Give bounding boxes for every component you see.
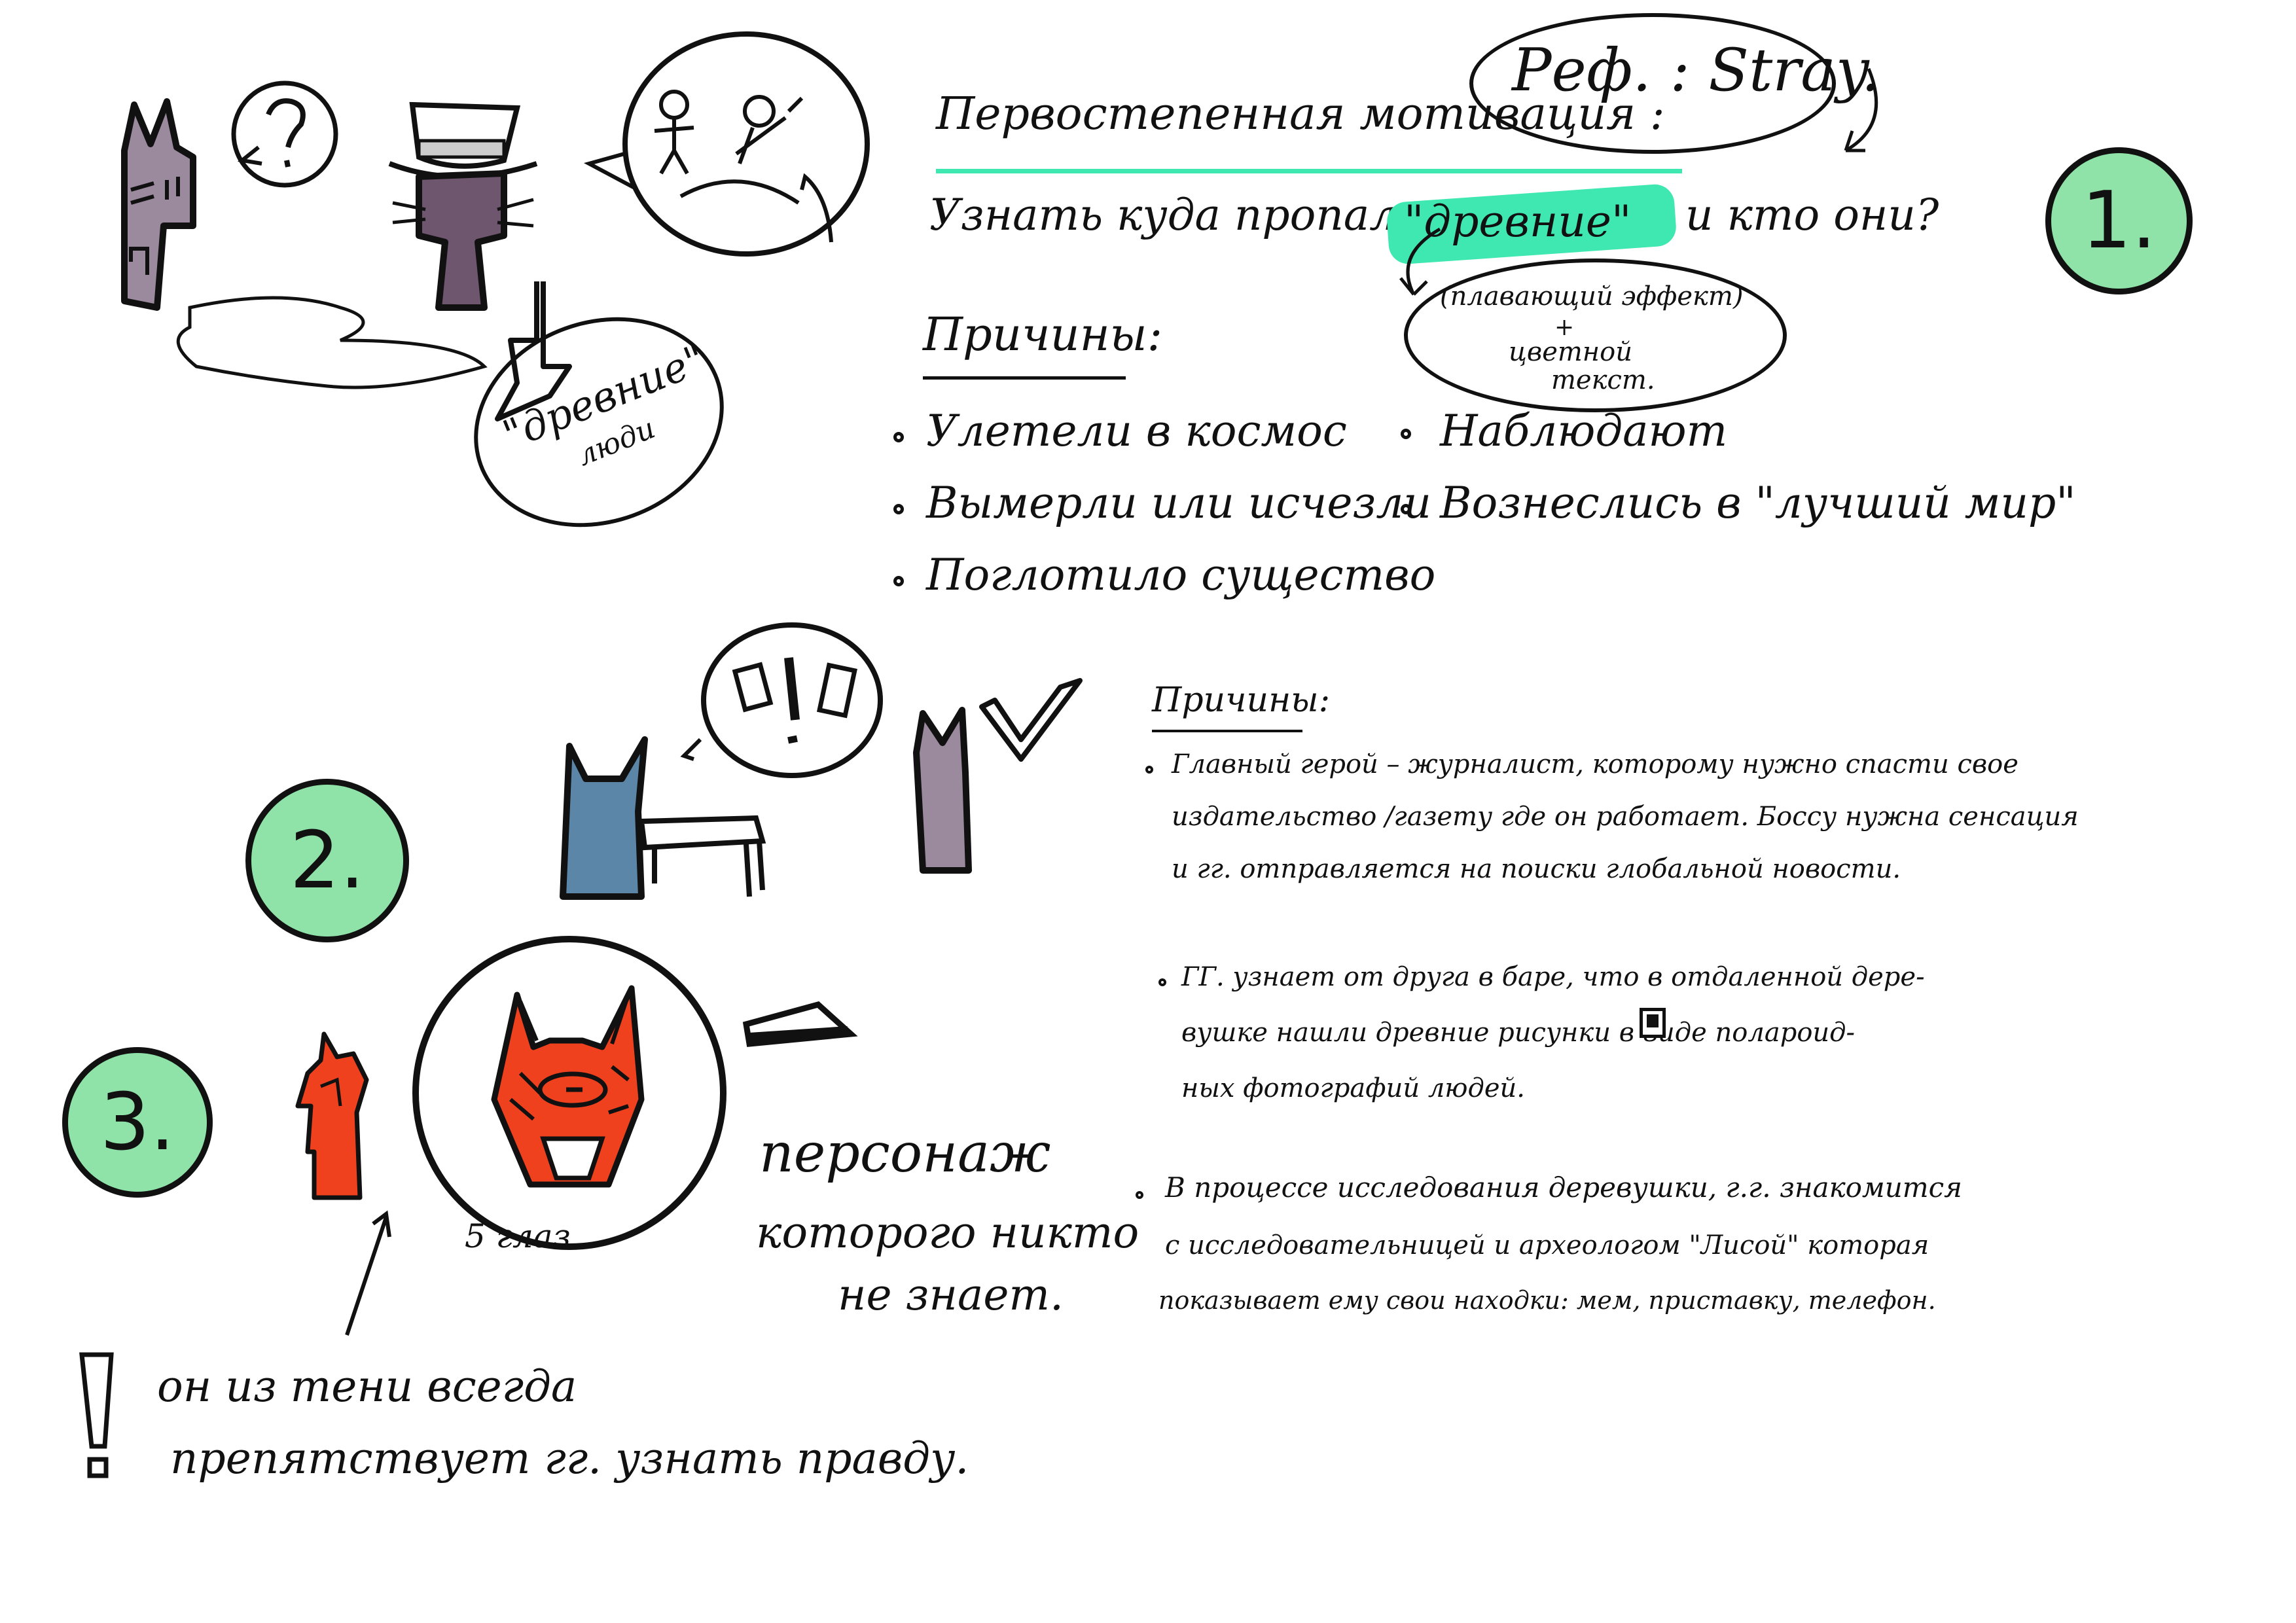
purple-cat-right — [913, 707, 972, 874]
character-note-line1: персонаж — [759, 1122, 1051, 1185]
purple-cat-left — [121, 98, 196, 311]
effect-note-line4: текст. — [1551, 365, 1655, 395]
character-note-line3: не знает. — [838, 1270, 1064, 1320]
section2-item1-line1: Главный герой – журналист, которому нужн… — [1172, 749, 2018, 779]
section1-reasons-title: Причины: — [923, 308, 1163, 361]
section2-reasons-title: Причины: — [1152, 681, 1331, 720]
section2-item2-line2: вушке нашли древние рисунки в виде полар… — [1181, 1018, 1856, 1048]
reason-left-2: Вымерли или исчезли — [926, 478, 1431, 528]
bullet — [893, 432, 904, 442]
character-note-line2: которого никто — [756, 1207, 1139, 1258]
arrow-up-icon — [345, 1210, 391, 1336]
reference-arrow — [1844, 68, 1878, 152]
bullet — [1136, 1191, 1143, 1199]
section2-item2-line1: ГГ. узнает от друга в баре, что в отдале… — [1181, 962, 1925, 992]
check-mark-icon — [979, 678, 1083, 762]
blue-cat — [560, 736, 648, 900]
small-fox — [295, 1031, 369, 1200]
primary-motivation-heading: Первостепенная мотивация : — [936, 88, 1665, 140]
section2-item3-line2: с исследовательницей и археологом "Лисой… — [1165, 1230, 1929, 1260]
goal-prefix: Узнать куда пропали — [929, 190, 1425, 240]
reason-right-2: Вознеслись в "лучший мир" — [1440, 478, 2076, 528]
bullet — [1401, 504, 1411, 514]
section2-item3-line1: В процессе исследования деревушки, г.г. … — [1165, 1171, 1962, 1204]
question-icon — [266, 98, 306, 168]
section2-item2-line3: ных фотографий людей. — [1181, 1073, 1525, 1103]
effect-note-line1: (плавающий эффект) — [1440, 281, 1744, 312]
effect-note-line3: цветной — [1509, 337, 1632, 367]
warning-line1: он из тени всегда — [157, 1361, 577, 1412]
section2-reasons-underline — [1152, 730, 1302, 732]
cats-scene-illustration — [121, 31, 870, 421]
reason-right-1: Наблюдают — [1440, 406, 1728, 456]
section-1-number: 1. — [2045, 147, 2193, 294]
office-scene-illustration — [560, 622, 1083, 900]
goal-suffix: и кто они? — [1685, 190, 1939, 240]
section1-reasons-underline — [923, 376, 1126, 380]
bullet — [1401, 429, 1411, 439]
section2-item1-line2: издательство /газету где он работает. Бо… — [1172, 802, 2079, 832]
warning-exclamation-icon — [79, 1352, 114, 1478]
warning-line2: препятствует гг. узнать правду. — [170, 1433, 969, 1484]
polaroid-icon — [1640, 1008, 1666, 1038]
heading-underline — [936, 169, 1682, 173]
hat-cat — [416, 170, 507, 311]
section2-item3-line3: показывает ему свои находки: мем, приста… — [1158, 1286, 1936, 1315]
bullet — [1158, 978, 1166, 986]
bullet — [1145, 766, 1153, 774]
eyes-note: 5 глаз. — [465, 1217, 581, 1255]
section-3-number: 3. — [62, 1047, 213, 1198]
reason-left-3: Поглотило существо — [926, 550, 1436, 600]
bullet — [893, 504, 904, 514]
reason-left-1: Улетели в космос — [926, 406, 1347, 456]
desk — [638, 815, 766, 851]
section2-item1-line3: и гг. отправляется на поиски глобальной … — [1172, 854, 1901, 884]
bullet — [893, 576, 904, 586]
